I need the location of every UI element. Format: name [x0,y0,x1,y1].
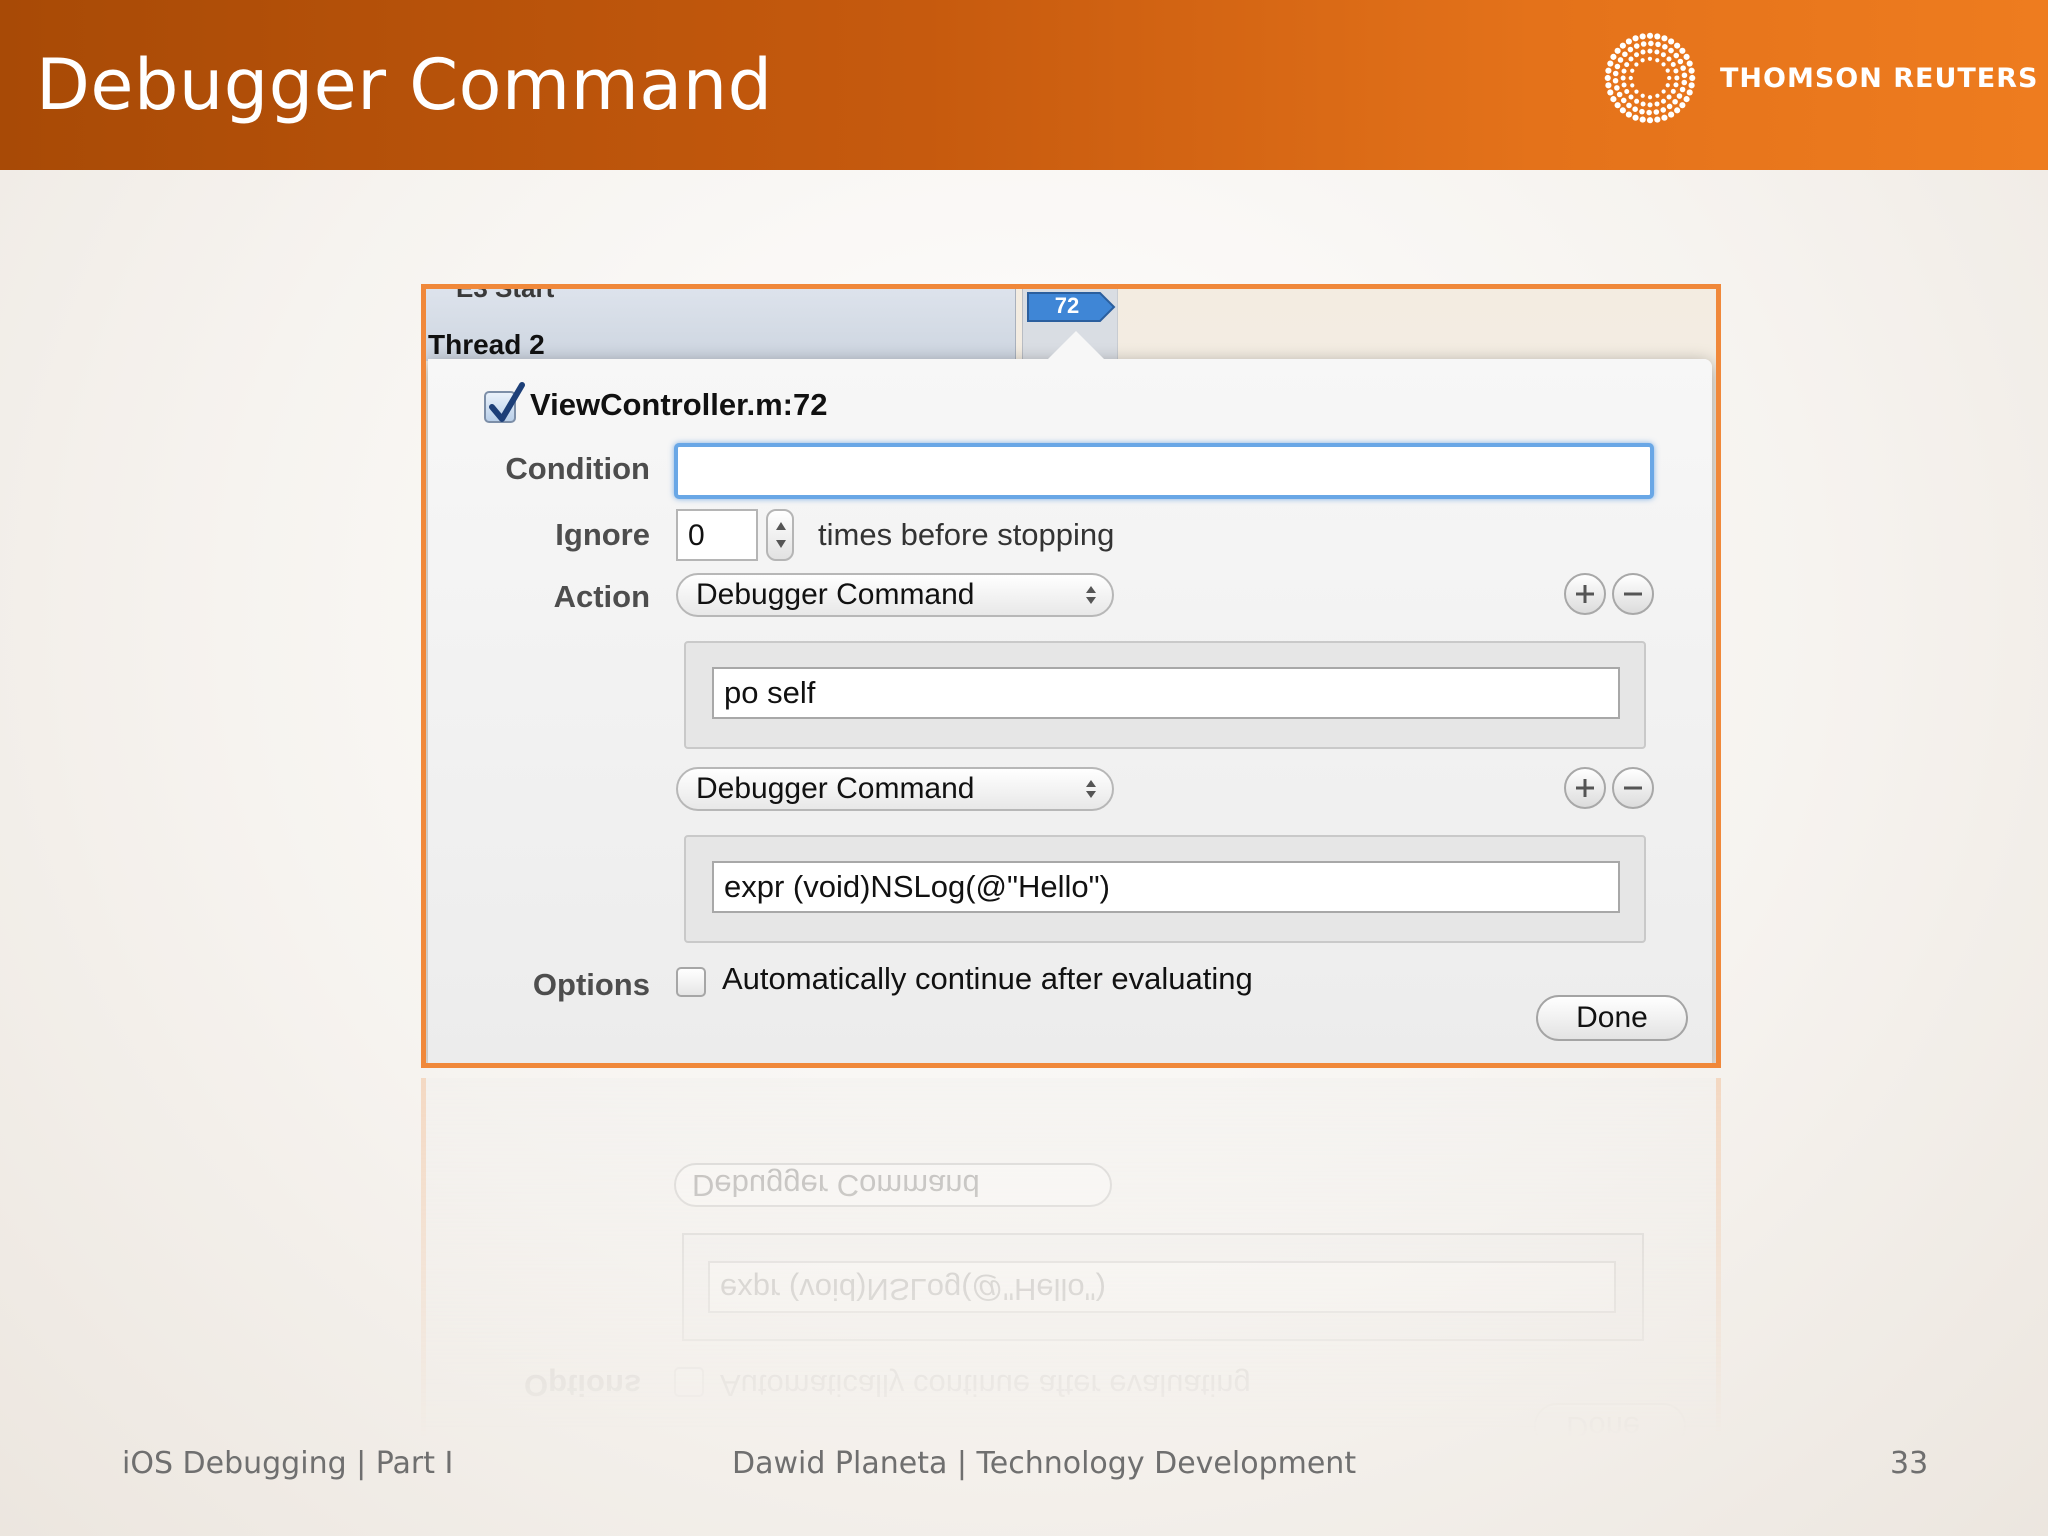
reflection-options-label: Options [524,1368,642,1403]
add-action-button-2[interactable] [1564,767,1606,809]
auto-continue-label[interactable]: Automatically continue after evaluating [722,961,1253,997]
footer-author: Dawid Planeta | Technology Development [732,1446,1357,1481]
select-arrows-icon [1086,780,1096,798]
select-arrows-icon [1086,586,1096,604]
ignore-suffix-text: times before stopping [818,517,1115,552]
reflection-checkbox [674,1367,704,1397]
reflection-done-label: Done [1566,1410,1641,1445]
slide-header: Debugger Command THOMSON REUTERS [0,0,2048,170]
remove-action-button-2[interactable] [1612,767,1654,809]
brand: THOMSON REUTERS [1600,30,2038,126]
footer-course: iOS Debugging | Part I [122,1446,454,1481]
stepper-up-icon[interactable] [775,521,787,531]
debugger-command-input-2[interactable]: expr (void)NSLog(@"Hello") [712,861,1620,913]
done-button[interactable]: Done [1536,995,1688,1041]
reflection-auto-continue: Automatically continue after evaluating [720,1368,1251,1403]
thomson-reuters-logo-icon [1604,32,1696,124]
reflection-command: expr (void)NSLog(@"Hello") [720,1272,1106,1307]
plus-icon [1576,779,1594,797]
breakpoint-editor-popover: ViewController.m:72 Condition Ignore 0 t… [428,331,1712,1063]
debugger-command-input-1[interactable]: po self [712,667,1620,719]
reflection-action-type: Debugger Command [692,1168,980,1203]
condition-label: Condition [505,451,650,486]
action-type-select-2[interactable]: Debugger Command [676,767,1114,811]
nav-item-partial: E3 Start [456,284,555,303]
action-command-box-1: po self [684,641,1646,749]
auto-continue-checkbox[interactable] [676,967,706,997]
breakpoint-location: ViewController.m:72 [530,387,828,422]
action-type-value: Debugger Command [696,578,975,611]
remove-action-button-1[interactable] [1612,573,1654,615]
ignore-count-field[interactable]: 0 [676,509,758,561]
screenshot-reflection: Done Options Automatically continue afte… [421,1078,1721,1458]
reflection-content: Done Options Automatically continue afte… [421,1078,1721,1458]
stepper-down-icon[interactable] [775,539,787,549]
action-type-select-1[interactable]: Debugger Command [676,573,1114,617]
minus-icon [1624,786,1642,790]
xcode-screenshot: E3 Start Thread 2 72 ViewController.m:72… [421,284,1721,1068]
action-label: Action [553,579,650,614]
thread-label[interactable]: Thread 2 [428,329,545,361]
plus-icon [1576,585,1594,603]
condition-input[interactable] [674,443,1654,499]
ignore-count-stepper[interactable] [766,509,794,561]
add-action-button-1[interactable] [1564,573,1606,615]
popover-arrow [1046,331,1106,361]
brand-name: THOMSON REUTERS [1720,62,2039,94]
debug-navigator: E3 Start Thread 2 [426,289,1016,361]
options-label: Options [532,967,650,1002]
slide-title: Debugger Command [36,44,773,126]
action-command-box-2: expr (void)NSLog(@"Hello") [684,835,1646,943]
checkmark-icon [489,382,525,422]
action-type-value: Debugger Command [696,772,975,805]
breakpoint-enabled-checkbox[interactable] [484,382,525,423]
footer-page-number: 33 [1890,1446,1929,1481]
minus-icon [1624,592,1642,596]
ignore-label: Ignore [555,517,650,552]
breakpoint-line-number: 72 [1054,293,1080,318]
